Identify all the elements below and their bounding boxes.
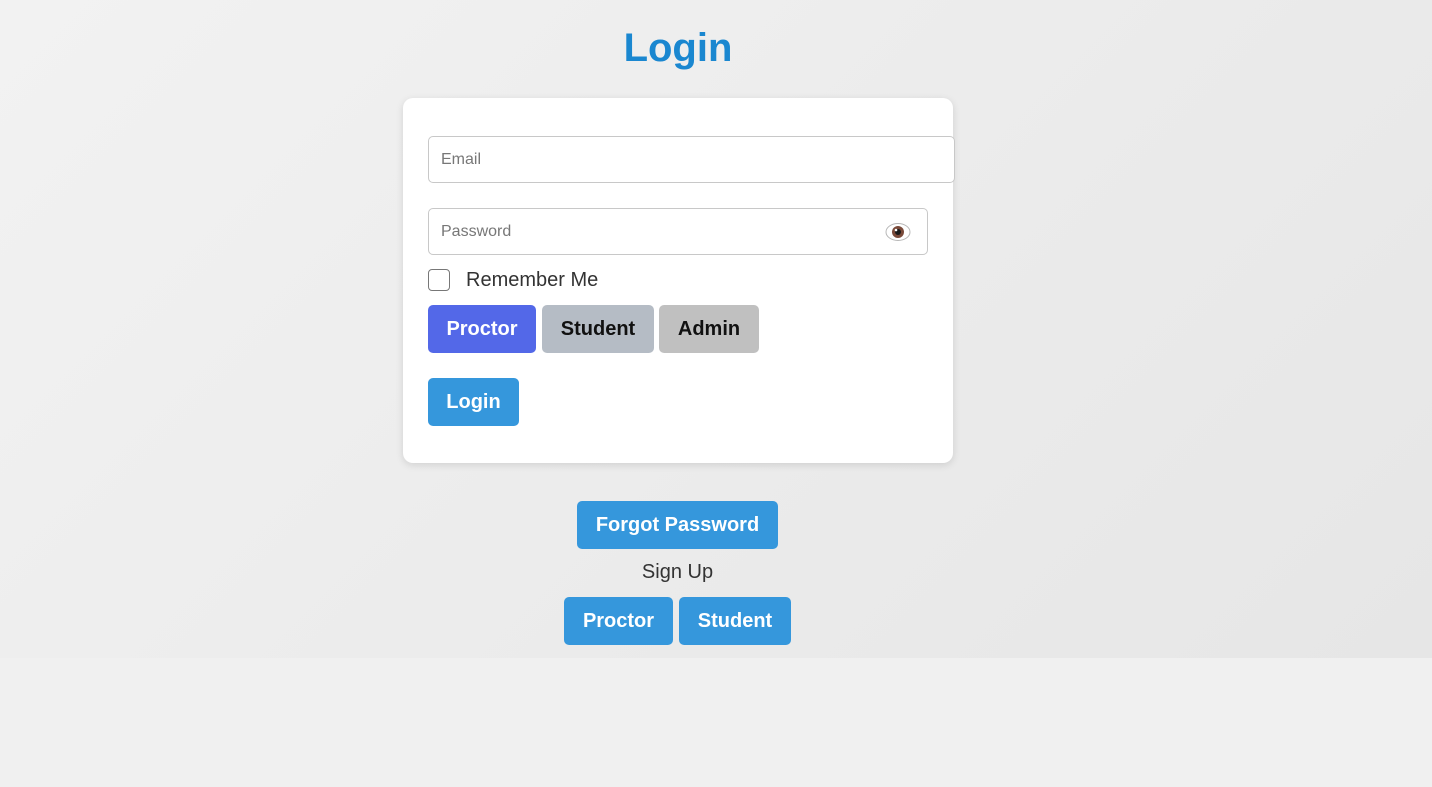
role-student-button[interactable]: Student bbox=[542, 305, 654, 353]
remember-me-row: Remember Me bbox=[428, 268, 598, 292]
forgot-password-button[interactable]: Forgot Password bbox=[577, 501, 778, 549]
eye-icon[interactable] bbox=[885, 221, 911, 243]
role-proctor-button[interactable]: Proctor bbox=[428, 305, 536, 353]
password-input[interactable] bbox=[428, 208, 928, 255]
remember-me-checkbox[interactable] bbox=[428, 269, 450, 291]
signup-student-button[interactable]: Student bbox=[679, 597, 791, 645]
sign-up-label: Sign Up bbox=[641, 561, 714, 583]
login-button[interactable]: Login bbox=[428, 378, 519, 426]
page-title: Login bbox=[623, 26, 733, 70]
login-card: Remember Me Proctor Student Admin Login bbox=[403, 98, 955, 463]
remember-me-label: Remember Me bbox=[466, 268, 599, 291]
email-input[interactable] bbox=[428, 136, 955, 183]
role-admin-button[interactable]: Admin bbox=[659, 305, 759, 353]
signup-proctor-button[interactable]: Proctor bbox=[564, 597, 673, 645]
